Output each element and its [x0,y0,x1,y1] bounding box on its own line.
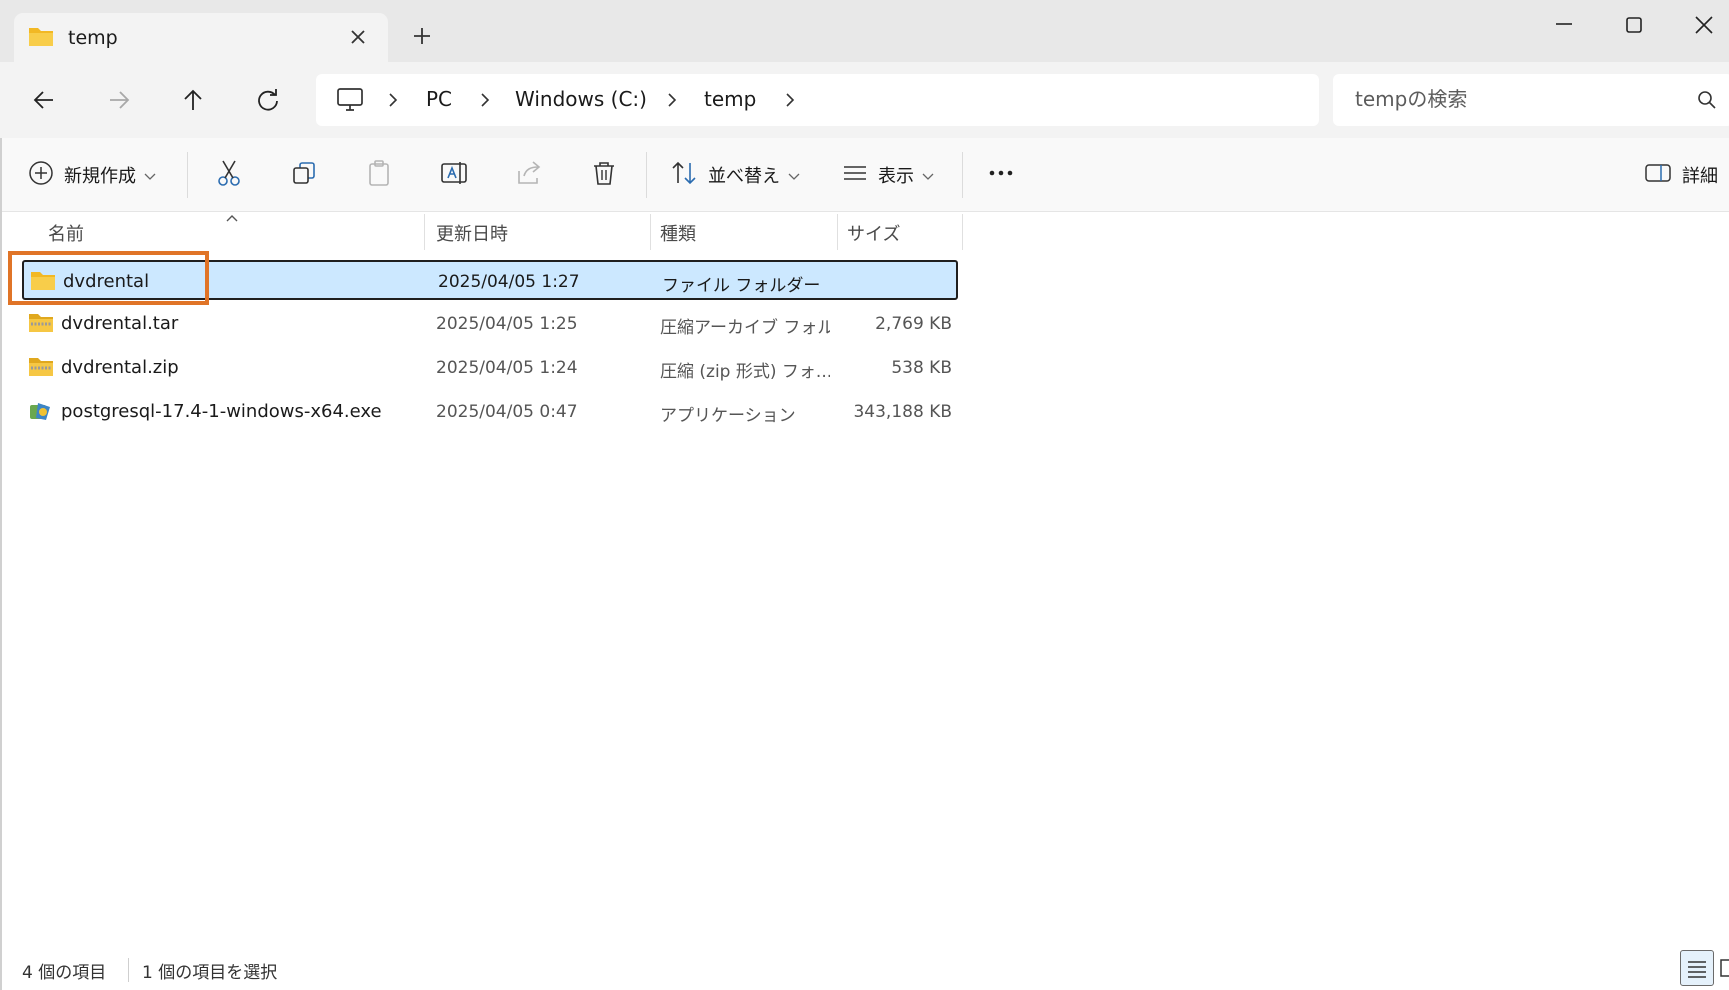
status-item-count: 4 個の項目 [22,963,107,983]
command-bar: 新規作成 並べ替え 表示 詳細 [0,138,1729,212]
share-icon [514,158,544,192]
tab-title: temp [68,27,118,49]
chevron-right-icon[interactable] [781,90,799,110]
title-bar: temp [0,0,1729,62]
window-edge [0,138,2,990]
view-button-label: 表示 [878,166,914,187]
column-header-type[interactable]: 種類 [660,212,835,254]
file-date: 2025/04/05 0:47 [436,402,578,422]
back-arrow-icon[interactable] [28,84,60,116]
details-pane-icon [1644,161,1672,189]
new-button-label: 新規作成 [64,166,136,187]
scissors-icon [214,158,244,192]
file-type: 圧縮 (zip 形式) フォ... [660,362,830,382]
share-button[interactable] [514,158,544,192]
file-date: 2025/04/05 1:25 [436,314,578,334]
file-row[interactable]: dvdrental.zip 2025/04/05 1:24 圧縮 (zip 形式… [22,348,958,388]
column-divider[interactable] [962,214,963,250]
cut-button[interactable] [214,158,244,192]
paste-button[interactable] [364,158,394,192]
chevron-right-icon[interactable] [384,90,402,110]
column-divider[interactable] [837,214,838,250]
list-lines-icon [842,161,868,189]
column-divider[interactable] [424,214,425,250]
file-row[interactable]: postgresql-17.4-1-windows-x64.exe 2025/0… [22,392,958,432]
file-type: アプリケーション [660,406,796,426]
annotation-highlight-box [8,251,209,305]
column-divider[interactable] [650,214,651,250]
column-header-size[interactable]: サイズ [847,212,957,254]
details-pane-label: 詳細 [1682,166,1718,187]
toolbar-divider [646,152,647,198]
tiles-view-button[interactable] [1718,950,1729,986]
search-box[interactable] [1333,74,1729,126]
archive-folder-icon [28,312,54,339]
clipboard-icon [364,158,394,192]
tab-temp[interactable]: temp [14,13,388,62]
navigation-bar: PC Windows (C:) temp [0,62,1729,138]
toolbar-divider [962,152,963,198]
file-size: 2,769 KB [875,314,952,334]
minimize-button[interactable] [1544,10,1584,40]
status-selection-count: 1 個の項目を選択 [142,963,278,983]
column-header-name[interactable]: 名前 [48,212,422,254]
forward-arrow-icon[interactable] [103,84,135,116]
copy-icon [289,158,319,192]
toolbar-divider [187,152,188,198]
breadcrumb-pc[interactable]: PC [426,87,452,111]
details-view-button[interactable] [1680,950,1714,986]
file-type: 圧縮アーカイブ フォル... [660,318,830,338]
view-button[interactable]: 表示 [842,158,934,192]
details-pane-button[interactable]: 詳細 [1644,158,1718,192]
delete-button[interactable] [589,158,619,192]
maximize-button[interactable] [1614,10,1654,40]
file-size: 538 KB [891,358,952,378]
rename-icon [439,158,469,192]
file-date: 2025/04/05 1:27 [438,272,580,292]
close-icon[interactable] [346,25,370,49]
sort-button-label: 並べ替え [708,166,780,187]
file-name[interactable]: dvdrental.tar [61,313,178,334]
file-size: 343,188 KB [853,402,952,422]
search-icon[interactable] [1696,89,1718,115]
file-name[interactable]: dvdrental.zip [61,357,179,378]
file-date: 2025/04/05 1:24 [436,358,578,378]
close-window-button[interactable] [1684,10,1724,40]
file-name[interactable]: postgresql-17.4-1-windows-x64.exe [61,401,382,422]
chevron-down-icon [922,166,934,185]
file-type: ファイル フォルダー [662,276,821,296]
sort-button[interactable]: 並べ替え [670,158,800,192]
trash-icon [589,158,619,192]
new-button[interactable]: 新規作成 [28,158,156,192]
zip-folder-icon [28,356,54,383]
column-header-date[interactable]: 更新日時 [436,212,649,254]
breadcrumb-temp[interactable]: temp [704,87,756,111]
chevron-right-icon[interactable] [663,90,681,110]
plus-circle-icon [28,160,54,190]
breadcrumb-windows-c[interactable]: Windows (C:) [515,87,647,111]
pc-monitor-icon [335,86,365,118]
chevron-right-icon[interactable] [476,90,494,110]
search-input[interactable] [1355,84,1685,114]
file-row[interactable]: dvdrental.tar 2025/04/05 1:25 圧縮アーカイブ フォ… [22,304,958,344]
rename-button[interactable] [439,158,469,192]
more-dots-icon [987,159,1015,191]
refresh-icon[interactable] [252,84,284,116]
sort-arrows-icon [670,159,698,191]
installer-icon [28,400,54,429]
copy-button[interactable] [289,158,319,192]
status-divider [128,958,129,982]
chevron-down-icon [788,166,800,185]
new-tab-button[interactable] [410,24,434,48]
up-arrow-icon[interactable] [177,84,209,116]
chevron-down-icon [144,166,156,185]
more-options-button[interactable] [987,158,1015,192]
address-bar[interactable]: PC Windows (C:) temp [316,74,1319,126]
folder-icon [28,25,54,51]
